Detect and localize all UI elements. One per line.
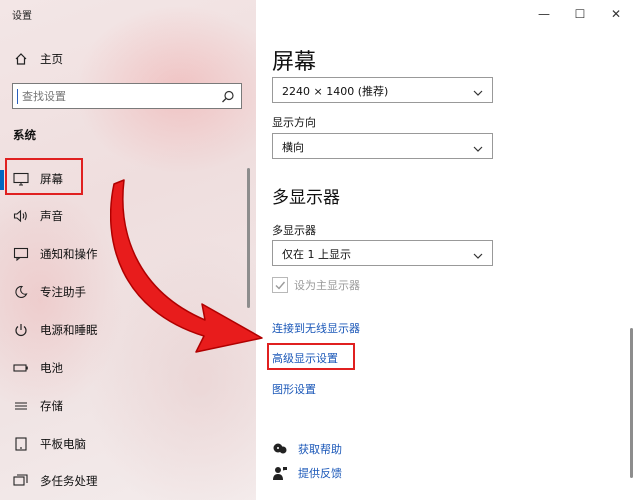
feedback-row[interactable]: 提供反馈 bbox=[272, 465, 342, 481]
feedback-person-icon bbox=[272, 465, 288, 481]
help-chat-icon bbox=[272, 441, 288, 457]
multi-display-heading: 多显示器 bbox=[272, 188, 340, 208]
sidebar-item-label: 多任务处理 bbox=[40, 474, 98, 488]
sidebar-item-home[interactable]: 主页 bbox=[0, 42, 256, 76]
speaker-icon bbox=[12, 207, 30, 225]
sidebar-item-notifications[interactable]: 通知和操作 bbox=[0, 237, 256, 271]
orientation-label: 显示方向 bbox=[272, 116, 316, 129]
search-field[interactable] bbox=[12, 83, 242, 109]
sidebar-scrollbar[interactable] bbox=[247, 168, 250, 308]
sidebar-item-label: 电池 bbox=[40, 361, 63, 375]
get-help-row[interactable]: 获取帮助 bbox=[272, 441, 342, 457]
orientation-value: 横向 bbox=[282, 141, 304, 154]
advanced-display-settings-link[interactable]: 高级显示设置 bbox=[272, 350, 338, 366]
minimize-button[interactable]: — bbox=[526, 0, 562, 28]
tablet-icon bbox=[12, 435, 30, 453]
resolution-dropdown[interactable]: 2240 × 1400 (推荐) bbox=[272, 77, 493, 103]
notification-icon bbox=[12, 245, 30, 263]
sidebar-item-label: 通知和操作 bbox=[40, 247, 98, 261]
sidebar-item-power-sleep[interactable]: 电源和睡眠 bbox=[0, 313, 256, 347]
sidebar-item-label: 声音 bbox=[40, 209, 63, 223]
sidebar-item-focus-assist[interactable]: 专注助手 bbox=[0, 275, 256, 309]
maximize-button[interactable]: ☐ bbox=[562, 0, 598, 28]
moon-icon bbox=[12, 283, 30, 301]
multi-display-label: 多显示器 bbox=[272, 224, 316, 237]
page-title: 屏幕 bbox=[272, 50, 317, 75]
chevron-down-icon bbox=[472, 84, 484, 96]
content-pane: — ☐ ✕ 屏幕 2240 × 1400 (推荐) 显示方向 横向 多显示器 多… bbox=[256, 0, 634, 500]
resolution-value: 2240 × 1400 (推荐) bbox=[282, 85, 389, 98]
window-controls: — ☐ ✕ bbox=[526, 0, 634, 28]
sidebar-item-sound[interactable]: 声音 bbox=[0, 199, 256, 233]
sidebar-item-label: 专注助手 bbox=[40, 285, 86, 299]
close-button[interactable]: ✕ bbox=[598, 0, 634, 28]
sidebar-item-tablet[interactable]: 平板电脑 bbox=[0, 427, 256, 461]
app-title: 设置 bbox=[12, 11, 32, 22]
battery-icon bbox=[12, 359, 30, 377]
sidebar: 设置 主页 系统 屏幕 声音 bbox=[0, 0, 256, 500]
annotation-box-screen bbox=[5, 158, 83, 195]
get-help-link[interactable]: 获取帮助 bbox=[298, 441, 342, 457]
power-icon bbox=[12, 321, 30, 339]
multitask-icon bbox=[12, 472, 30, 490]
wireless-display-link[interactable]: 连接到无线显示器 bbox=[272, 320, 360, 336]
settings-window: 设置 主页 系统 屏幕 声音 bbox=[0, 0, 634, 500]
sidebar-item-label: 平板电脑 bbox=[40, 437, 86, 451]
text-caret bbox=[17, 89, 18, 104]
chevron-down-icon bbox=[472, 247, 484, 259]
feedback-link[interactable]: 提供反馈 bbox=[298, 465, 342, 481]
sidebar-item-label: 存储 bbox=[40, 399, 63, 413]
sidebar-item-storage[interactable]: 存储 bbox=[0, 389, 256, 423]
multi-display-value: 仅在 1 上显示 bbox=[282, 248, 351, 261]
main-display-checkbox-label: 设为主显示器 bbox=[294, 279, 360, 292]
storage-icon bbox=[12, 397, 30, 415]
content-scrollbar[interactable] bbox=[630, 328, 633, 478]
main-display-checkbox[interactable] bbox=[272, 277, 288, 293]
sidebar-item-battery[interactable]: 电池 bbox=[0, 351, 256, 385]
main-display-option: 设为主显示器 bbox=[272, 277, 360, 293]
sidebar-item-multitasking[interactable]: 多任务处理 bbox=[0, 464, 256, 498]
graphics-settings-link[interactable]: 图形设置 bbox=[272, 381, 316, 397]
sidebar-item-label: 主页 bbox=[40, 52, 63, 66]
multi-display-dropdown[interactable]: 仅在 1 上显示 bbox=[272, 240, 493, 266]
search-icon[interactable] bbox=[221, 89, 235, 103]
section-label: 系统 bbox=[13, 128, 36, 142]
orientation-dropdown[interactable]: 横向 bbox=[272, 133, 493, 159]
sidebar-item-label: 电源和睡眠 bbox=[40, 323, 98, 337]
chevron-down-icon bbox=[472, 140, 484, 152]
search-input[interactable] bbox=[22, 88, 212, 104]
home-icon bbox=[12, 50, 30, 68]
